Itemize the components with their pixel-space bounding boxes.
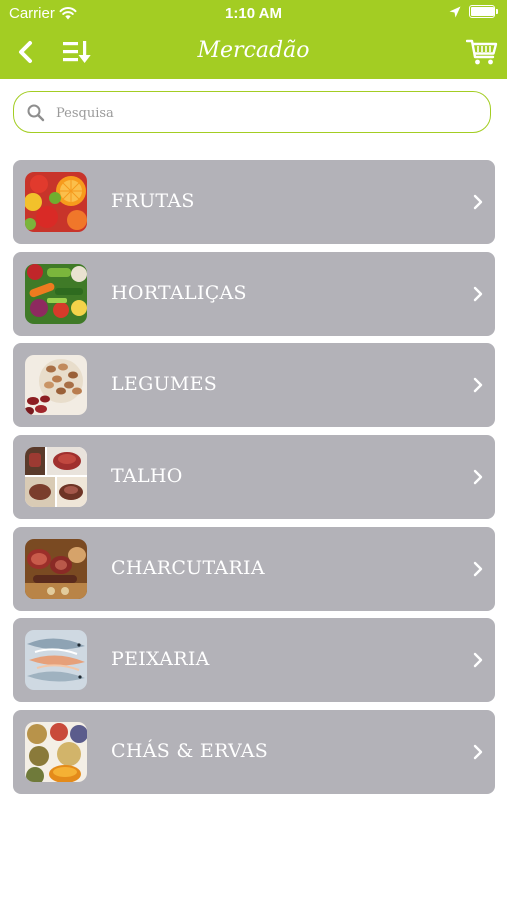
search-icon [27, 104, 45, 122]
chevron-right-icon [473, 561, 483, 576]
category-list: FRUTAS HORTALIÇAS LEGUMES TALHO CHARCUTA… [13, 160, 495, 802]
category-row-frutas[interactable]: FRUTAS [13, 160, 495, 244]
category-row-charcutaria[interactable]: CHARCUTARIA [13, 526, 495, 611]
category-row-peixaria[interactable]: PEIXARIA [13, 618, 495, 703]
battery-fill [471, 7, 494, 16]
chevron-right-icon [473, 194, 483, 210]
app-title: Mercadão [197, 38, 310, 63]
category-label: TALHO [111, 465, 183, 488]
fruits-photo [25, 172, 87, 232]
category-label: PEIXARIA [111, 648, 210, 671]
search-bar [13, 91, 491, 133]
shopping-cart-icon [466, 39, 498, 65]
chevron-right-icon [473, 286, 483, 301]
category-row-hortalicas[interactable]: HORTALIÇAS [13, 251, 495, 336]
beans-photo [25, 355, 87, 416]
top-bar: Carrier 1:10 AM Mercadão [0, 0, 507, 79]
chevron-right-icon [473, 653, 483, 668]
tea-herbs-photo [25, 722, 87, 783]
category-label: CHARCUTARIA [111, 556, 265, 579]
clock: 1:10 AM [225, 5, 282, 22]
chevron-right-icon [473, 469, 483, 485]
category-label: FRUTAS [111, 190, 195, 212]
category-row-talho[interactable]: TALHO [13, 435, 495, 520]
fish-photo [25, 630, 87, 691]
category-label: LEGUMES [111, 373, 218, 396]
battery-icon [469, 5, 498, 18]
location-arrow-icon [449, 6, 461, 17]
nav-bar: Mercadão [0, 28, 507, 79]
search-input[interactable] [54, 100, 478, 126]
category-row-chas-ervas[interactable]: CHÁS & ERVAS [13, 710, 495, 795]
cart-button[interactable] [464, 36, 500, 68]
chevron-right-icon [473, 378, 483, 393]
category-label: HORTALIÇAS [111, 281, 247, 304]
chevron-right-icon [473, 744, 483, 760]
cured-meats-photo [25, 538, 87, 599]
meat-photo [25, 447, 87, 508]
category-label: CHÁS & ERVAS [111, 740, 269, 763]
category-row-legumes[interactable]: LEGUMES [13, 343, 495, 428]
status-right [449, 5, 498, 18]
vegetables-photo [25, 263, 87, 324]
status-bar: Carrier 1:10 AM [0, 0, 507, 28]
